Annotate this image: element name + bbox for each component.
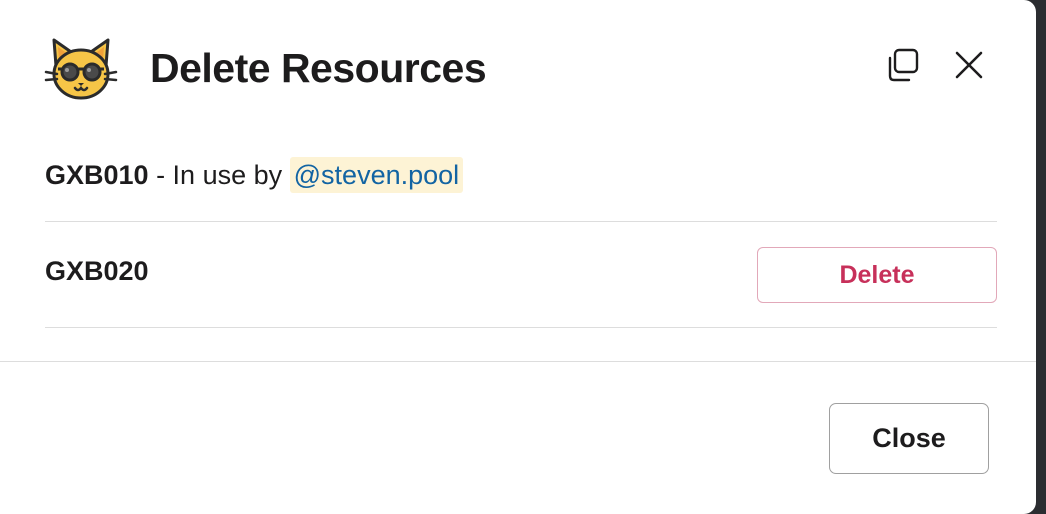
footer-divider bbox=[0, 361, 1036, 362]
resource-status: GXB020 bbox=[45, 253, 149, 289]
resource-id: GXB020 bbox=[45, 256, 149, 286]
modal-header: Delete Resources bbox=[0, 0, 1036, 130]
user-mention[interactable]: @steven.pool bbox=[289, 157, 464, 193]
resource-id: GXB010 bbox=[45, 160, 149, 190]
copy-icon bbox=[884, 47, 920, 88]
close-modal-button[interactable] bbox=[947, 45, 991, 89]
close-icon bbox=[953, 49, 985, 86]
delete-resources-modal: Delete Resources GXB010 - In use by @ste… bbox=[0, 0, 1036, 514]
resource-status: GXB010 - In use by @steven.pool bbox=[45, 157, 464, 193]
copy-button[interactable] bbox=[880, 45, 924, 89]
delete-button[interactable]: Delete bbox=[757, 247, 997, 303]
modal-title: Delete Resources bbox=[150, 45, 487, 91]
close-button[interactable]: Close bbox=[829, 403, 989, 474]
cat-sunglasses-icon bbox=[44, 36, 118, 102]
in-use-label: - In use by bbox=[148, 160, 290, 190]
resource-row: GXB020 Delete bbox=[45, 222, 997, 328]
resource-row: GXB010 - In use by @steven.pool bbox=[45, 148, 997, 222]
